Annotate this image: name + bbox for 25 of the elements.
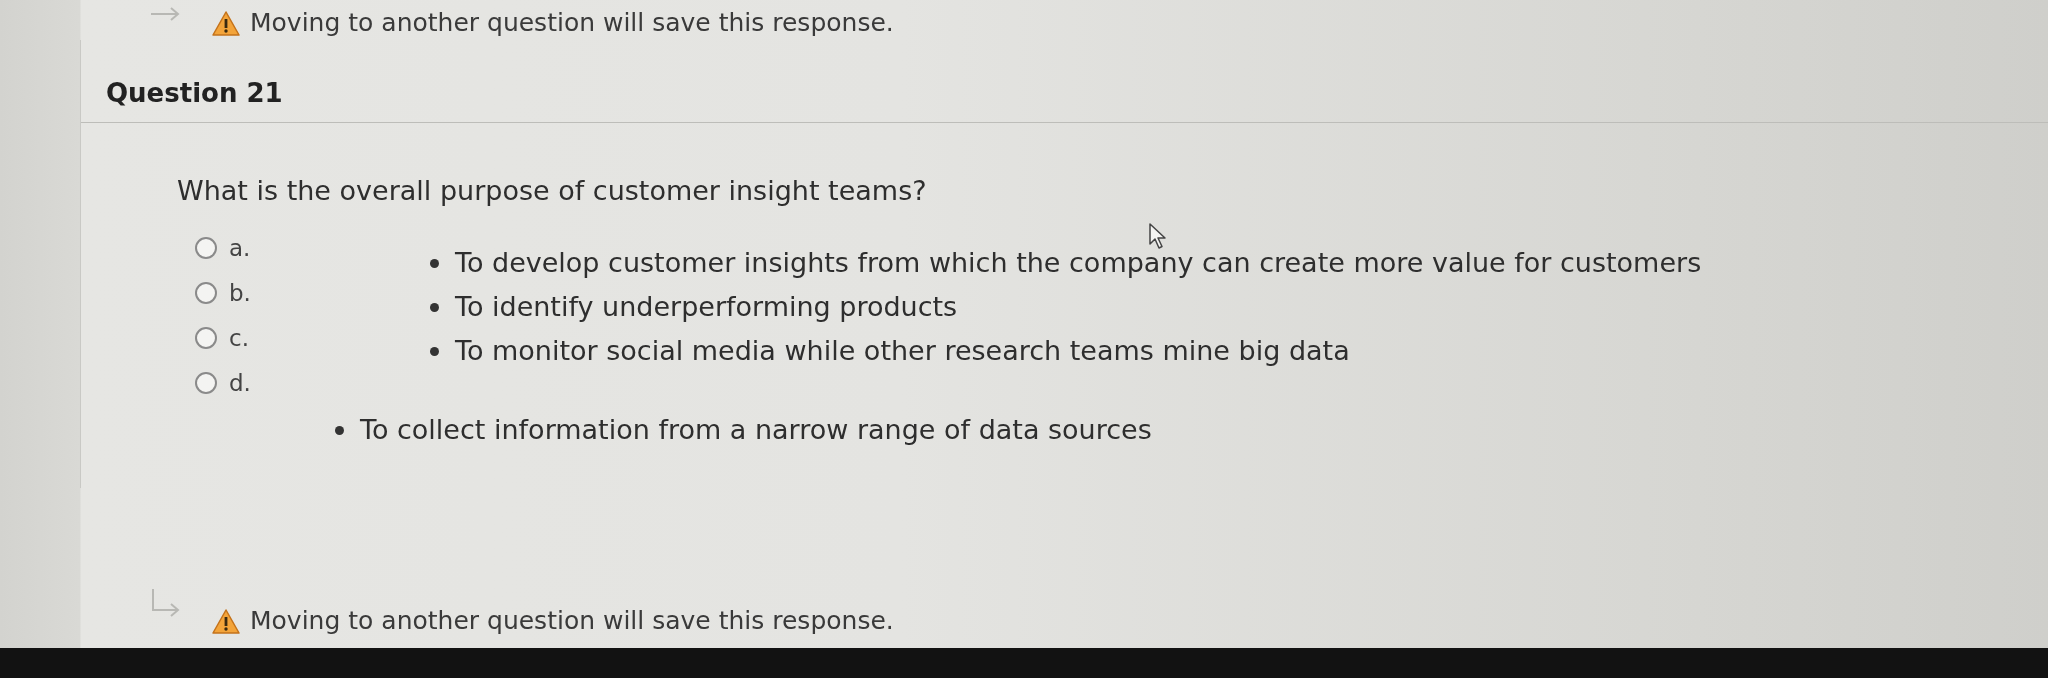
notice-text: Moving to another question will save this response. — [250, 605, 894, 637]
arrow-icon — [150, 6, 180, 22]
radio-button[interactable] — [195, 282, 217, 304]
radio-button[interactable] — [195, 372, 217, 394]
option-label[interactable]: d. — [229, 368, 251, 398]
question-title: Question 21 — [81, 40, 2048, 123]
bullet-icon — [430, 258, 439, 268]
answer-text: To monitor social media while other research teams mine big data — [455, 334, 1350, 368]
option-label[interactable]: c. — [229, 323, 249, 353]
bullet-icon — [335, 425, 344, 435]
answer-text: To develop customer insights from which the company can create more value for customers — [455, 246, 1702, 280]
bullet-icon — [430, 346, 439, 356]
radio-button[interactable] — [195, 237, 217, 259]
option-label[interactable]: b. — [229, 278, 251, 308]
question-prompt: What is the overall purpose of customer insight teams? — [177, 174, 928, 208]
option-label[interactable]: a. — [229, 233, 251, 263]
warning-icon — [212, 11, 240, 36]
warning-icon — [212, 609, 240, 634]
radio-button[interactable] — [195, 327, 217, 349]
mouse-pointer-icon — [1148, 222, 1168, 250]
bullet-icon — [430, 302, 439, 312]
arrow-icon — [150, 588, 180, 618]
answer-text: To identify underperforming products — [455, 290, 958, 324]
notice-text: Moving to another question will save this response. — [250, 7, 894, 39]
answer-text: To collect information from a narrow range of data sources — [360, 413, 1152, 447]
